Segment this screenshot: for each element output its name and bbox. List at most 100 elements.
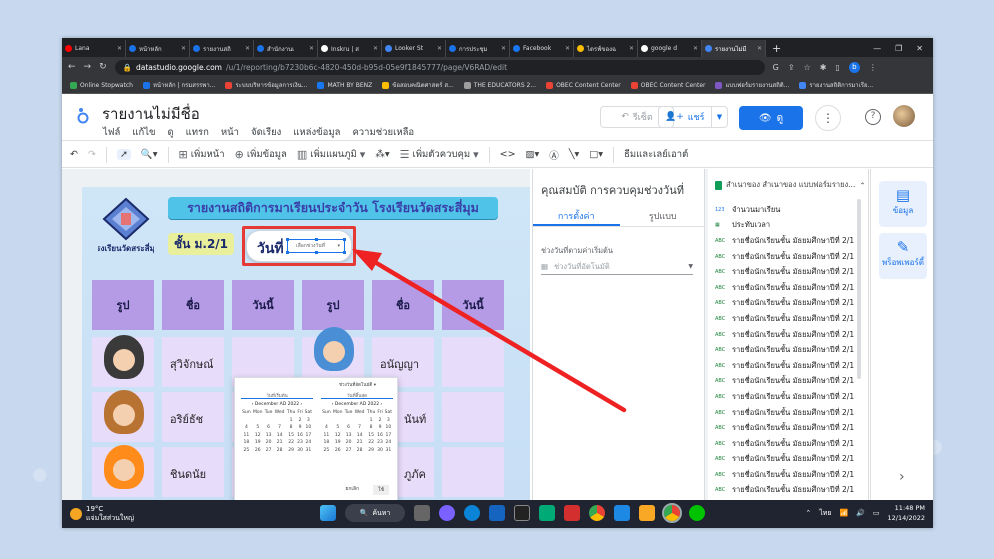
grid-header[interactable]: รูป (92, 280, 154, 330)
menu-item[interactable]: แทรก (186, 125, 209, 140)
grid-header[interactable]: รูป (302, 280, 364, 330)
bookmark-item[interactable]: Online Stopwatch (70, 81, 133, 89)
data-rail-button[interactable]: ▤ ข้อมูล (879, 181, 927, 227)
calendar-day[interactable]: 12 (252, 432, 264, 440)
volume-icon[interactable]: 🔊 (856, 509, 865, 517)
calendar-day[interactable]: 24 (304, 439, 313, 447)
calendar-day[interactable]: 13 (264, 432, 274, 440)
calendar-day[interactable]: 22 (366, 439, 377, 447)
grid-header[interactable]: วันนี้ (442, 280, 504, 330)
calendar-day[interactable]: 7 (273, 424, 285, 432)
community-viz-icon[interactable]: ⁂▾ (375, 149, 389, 160)
field-item[interactable]: ABC รายชื่อนักเรียนชั้น มัธยมศึกษาปีที่ 2… (715, 233, 865, 249)
menu-item[interactable]: หน้า (221, 125, 239, 140)
calendar-day[interactable]: 8 (366, 424, 377, 432)
tab-close-icon[interactable]: ✕ (693, 45, 698, 52)
range-select[interactable]: ช่วงวันที่อัตโนมัติ ▾ (339, 381, 376, 388)
star-icon[interactable]: ☆ (804, 63, 811, 72)
mail-icon[interactable] (614, 505, 630, 521)
browser-tab[interactable]: google d ✕ (638, 40, 702, 57)
calendar-day[interactable]: 6 (344, 424, 354, 432)
calendar-day[interactable]: 13 (344, 432, 354, 440)
properties-rail-button[interactable]: ✎ พร็อพเพอร์ตี้ (879, 233, 927, 279)
more-options-icon[interactable]: ⋮ (815, 105, 841, 131)
browser-tab[interactable]: Facebook ✕ (510, 40, 574, 57)
grid-header[interactable]: ชื่อ (162, 280, 224, 330)
bookmark-item[interactable]: หน้าหลัก | กรมสรรพา... (142, 80, 215, 90)
settings-app-icon[interactable] (489, 505, 505, 521)
tab-setup[interactable]: การตั้งค่า (533, 207, 620, 226)
browser-tab[interactable]: Lana ✕ (62, 40, 126, 57)
calendar-day[interactable]: 28 (273, 447, 285, 455)
calendar-day[interactable]: 2 (376, 417, 383, 425)
field-item[interactable]: ABC รายชื่อนักเรียนชั้น มัธยมศึกษาปีที่ 2… (715, 264, 865, 280)
calendar-day[interactable]: 7 (353, 424, 365, 432)
calendar-day[interactable]: 23 (296, 439, 303, 447)
menu-item[interactable]: แหล่งข้อมูล (293, 125, 340, 140)
notion-icon[interactable] (514, 505, 530, 521)
student-name[interactable]: อริย์ธัช (170, 410, 203, 428)
calendar-day[interactable]: 12 (332, 432, 344, 440)
user-avatar[interactable] (893, 105, 915, 127)
folder-icon[interactable] (639, 505, 655, 521)
add-chart-button[interactable]: ▥ เพิ่มแผนภูมิ ▾ (297, 147, 365, 162)
add-control-button[interactable]: ☰ เพิ่มตัวควบคุม ▾ (400, 147, 479, 162)
calendar-day[interactable]: 19 (332, 439, 344, 447)
calendar-day[interactable] (321, 417, 332, 425)
calendar-day[interactable]: 30 (376, 447, 383, 455)
clock[interactable]: 11:48 PM 12/14/2022 (888, 503, 925, 523)
menu-item[interactable]: แก้ไข (132, 125, 155, 140)
calendar-day[interactable]: 8 (286, 424, 297, 432)
url-bar[interactable]: 🔒 datastudio.google.com/u/1/reporting/b7… (114, 59, 765, 75)
forward-icon[interactable]: → (84, 62, 92, 72)
minimize-icon[interactable]: — (873, 44, 881, 53)
grid-cell[interactable] (442, 337, 504, 387)
calendar-day[interactable]: 25 (321, 447, 332, 455)
calendar-day[interactable]: 24 (384, 439, 393, 447)
student-photo[interactable] (314, 327, 354, 371)
reload-icon[interactable]: ↻ (99, 62, 107, 72)
data-source-header[interactable]: สำเนาของ สำเนาของ แบบฟอร์มรายง... ⌃ (715, 179, 865, 191)
field-item[interactable]: ABC รายชื่อนักเรียนชั้น มัธยมศึกษาปีที่ 2… (715, 436, 865, 452)
zoom-icon[interactable]: 🔍▾ (141, 149, 158, 160)
calendar-day[interactable]: 20 (344, 439, 354, 447)
calendar-day[interactable]: 26 (252, 447, 264, 455)
calendar-day[interactable]: 27 (264, 447, 274, 455)
add-page-button[interactable]: ⊞ เพิ่มหน้า (179, 147, 225, 162)
restore-icon[interactable]: ❐ (895, 44, 902, 53)
calendar-day[interactable] (264, 417, 274, 425)
help-icon[interactable]: ? (865, 109, 881, 125)
apply-button[interactable]: ใช้ (373, 485, 389, 495)
field-item[interactable]: ABC รายชื่อนักเรียนชั้น มัธยมศึกษาปีที่ 2… (715, 420, 865, 436)
student-name[interactable]: ชินดนัย (170, 465, 206, 483)
tab-close-icon[interactable]: ✕ (117, 45, 122, 52)
menu-icon[interactable]: ⋮ (869, 63, 877, 72)
field-item[interactable]: ABC รายชื่อนักเรียนชั้น มัธยมศึกษาปีที่ 2… (715, 452, 865, 468)
student-name[interactable]: นันท์ (404, 410, 426, 428)
tab-close-icon[interactable]: ✕ (373, 45, 378, 52)
menu-item[interactable]: ไฟล์ (103, 125, 120, 140)
field-item[interactable]: ABC รายชื่อนักเรียนชั้น มัธยมศึกษาปีที่ 2… (715, 327, 865, 343)
grid-header[interactable]: ชื่อ (372, 280, 434, 330)
calendar-day[interactable]: 25 (241, 447, 252, 455)
student-name[interactable]: สุวิจักษณ์ (170, 355, 213, 373)
browser-tab[interactable]: การประชุม ✕ (446, 40, 510, 57)
line-icon[interactable]: ╲▾ (569, 149, 580, 160)
vivaldi-icon[interactable] (564, 505, 580, 521)
tab-close-icon[interactable]: ✕ (437, 45, 442, 52)
field-item[interactable]: ABC รายชื่อนักเรียนชั้น มัธยมศึกษาปีที่ 2… (715, 342, 865, 358)
default-range-select[interactable]: ▦ ช่วงวันที่อัตโนมัติ ▼ (541, 259, 693, 275)
sidebar-icon[interactable]: ▯ (835, 63, 839, 72)
field-item[interactable]: ABC รายชื่อนักเรียนชั้น มัธยมศึกษาปีที่ 2… (715, 389, 865, 405)
weather-widget[interactable]: 19°C แจ่มใสส่วนใหญ่ (70, 505, 134, 523)
edge-icon[interactable] (464, 505, 480, 521)
calendar-day[interactable]: 30 (296, 447, 303, 455)
undo-icon[interactable]: ↶ (70, 149, 78, 160)
scrollbar[interactable] (857, 199, 861, 379)
calendar-day[interactable]: 19 (252, 439, 264, 447)
redo-icon[interactable]: ↷ (88, 149, 96, 160)
grid-cell[interactable] (442, 392, 504, 442)
chevron-up-icon[interactable]: ⌃ (805, 509, 811, 517)
battery-icon[interactable]: ▭ (873, 509, 880, 517)
calendar-day[interactable]: 11 (321, 432, 332, 440)
